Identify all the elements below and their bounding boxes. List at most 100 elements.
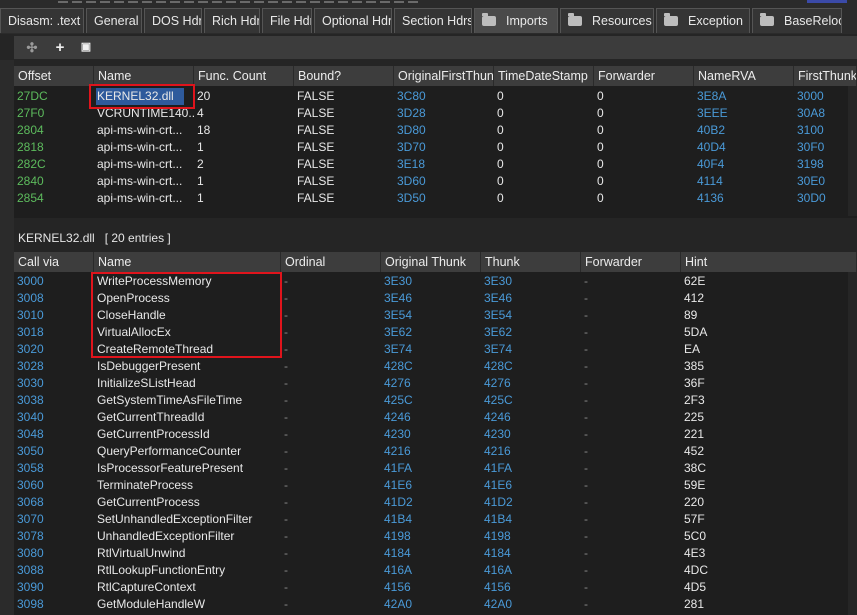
table-row[interactable]: 3018 VirtualAllocEx - 3E62 3E62 - 5DA: [14, 324, 857, 341]
add-file-icon[interactable]: ▣: [76, 38, 96, 57]
tab-rich-hdr[interactable]: Rich Hdr: [204, 8, 260, 33]
tab-exception[interactable]: Exception: [656, 8, 750, 33]
functions-cell-thunk: 428C: [484, 359, 513, 373]
table-row[interactable]: 3078 UnhandledExceptionFilter - 4198 4198 - 5C…: [14, 528, 857, 545]
functions-col-forwarder[interactable]: Forwarder: [581, 252, 681, 272]
imports-col-forwarder[interactable]: Forwarder: [594, 66, 694, 86]
table-row[interactable]: 3040 GetCurrentThreadId - 4246 4246 - 225: [14, 409, 857, 426]
functions-cell-name: VirtualAllocEx: [97, 325, 171, 339]
table-row[interactable]: 282C api-ms-win-crt... 2 FALSE 3E18 0 0 40F4 319…: [14, 156, 857, 173]
functions-cell-name: WriteProcessMemory: [97, 274, 212, 288]
imports-col-namerva[interactable]: NameRVA: [694, 66, 794, 86]
functions-col-call-via[interactable]: Call via: [14, 252, 94, 272]
functions-cell-original-thunk: 425C: [384, 393, 413, 407]
table-row[interactable]: 3030 InitializeSListHead - 4276 4276 - 36F: [14, 375, 857, 392]
functions-cell-call-via: 3018: [17, 325, 44, 339]
imports-cell-originalfirstthun: 3D70: [397, 140, 426, 154]
functions-col-original-thunk[interactable]: Original Thunk: [381, 252, 481, 272]
tab-dos-hdr[interactable]: DOS Hdr: [144, 8, 202, 33]
table-row[interactable]: 2818 api-ms-win-crt... 1 FALSE 3D70 0 0 40D4 30F…: [14, 139, 857, 156]
table-row[interactable]: 3038 GetSystemTimeAsFileTime - 425C 425C - 2F3: [14, 392, 857, 409]
imports-cell-bound: FALSE: [297, 191, 335, 205]
table-row[interactable]: 2804 api-ms-win-crt... 18 FALSE 3D80 0 0 40B2 31…: [14, 122, 857, 139]
functions-cell-name: GetCurrentProcess: [97, 495, 200, 509]
tab-resources[interactable]: Resources: [560, 8, 654, 33]
functions-cell-call-via: 3080: [17, 546, 44, 560]
table-row[interactable]: 2840 api-ms-win-crt... 1 FALSE 3D60 0 0 4114 30E…: [14, 173, 857, 190]
tab-optional-hdr[interactable]: Optional Hdr: [314, 8, 392, 33]
tab-label: BaseReloc.: [784, 14, 842, 28]
table-row[interactable]: 3008 OpenProcess - 3E46 3E46 - 412: [14, 290, 857, 307]
functions-cell-hint: 412: [684, 291, 705, 305]
functions-cell-name: SetUnhandledExceptionFilter: [97, 512, 253, 526]
functions-col-name[interactable]: Name: [94, 252, 281, 272]
functions-col-thunk[interactable]: Thunk: [481, 252, 581, 272]
table-row[interactable]: 3020 CreateRemoteThread - 3E74 3E74 - EA: [14, 341, 857, 358]
table-row[interactable]: 3058 IsProcessorFeaturePresent - 41FA 41FA - 3…: [14, 460, 857, 477]
table-row[interactable]: 3028 IsDebuggerPresent - 428C 428C - 385: [14, 358, 857, 375]
table-row[interactable]: 3070 SetUnhandledExceptionFilter - 41B4 41B4…: [14, 511, 857, 528]
table-row[interactable]: 3000 WriteProcessMemory - 3E30 3E30 - 62E: [14, 273, 857, 290]
imports-cell-originalfirstthun: 3D60: [397, 174, 426, 188]
imports-cell-bound: FALSE: [297, 174, 335, 188]
imports-scrollbar[interactable]: [848, 86, 857, 216]
functions-cell-thunk: 4246: [484, 410, 511, 424]
functions-col-hint[interactable]: Hint: [681, 252, 857, 272]
tab-general[interactable]: General: [86, 8, 142, 33]
imports-cell-namerva: 40D4: [697, 140, 726, 154]
functions-cell-name: GetModuleHandleW: [97, 597, 206, 611]
functions-cell-original-thunk: 3E62: [384, 325, 413, 339]
functions-scrollbar[interactable]: [848, 272, 857, 615]
functions-cell-name: UnhandledExceptionFilter: [97, 529, 235, 543]
tab-label: General: [94, 14, 139, 28]
functions-cell-hint: 62E: [684, 274, 706, 288]
table-row[interactable]: 3098 GetModuleHandleW - 42A0 42A0 - 281: [14, 596, 857, 613]
tab-file-hdr[interactable]: File Hdr: [262, 8, 312, 33]
functions-col-ordinal[interactable]: Ordinal: [281, 252, 381, 272]
table-row[interactable]: 27DC KERNEL32.dll 20 FALSE 3C80 0 0 3E8A 3000: [14, 88, 857, 105]
functions-cell-thunk: 41E6: [484, 478, 513, 492]
tab-disasm-text[interactable]: Disasm: .text: [0, 8, 84, 33]
tab-imports[interactable]: Imports: [474, 8, 558, 33]
functions-cell-hint: EA: [684, 342, 701, 356]
imports-col-offset[interactable]: Offset: [14, 66, 94, 86]
table-row[interactable]: 3068 GetCurrentProcess - 41D2 41D2 - 220: [14, 494, 857, 511]
functions-cell-call-via: 3078: [17, 529, 44, 543]
imports-cell-timedatestamp: 0: [497, 174, 504, 188]
functions-cell-forwarder: -: [584, 376, 588, 390]
tab-label: Disasm: .text: [8, 14, 81, 28]
imports-cell-name: api-ms-win-crt...: [97, 174, 183, 188]
functions-cell-hint: 5C0: [684, 529, 707, 543]
imports-cell-name: api-ms-win-crt...: [97, 123, 183, 137]
table-row[interactable]: 3050 QueryPerformanceCounter - 4216 4216 - 452: [14, 443, 857, 460]
functions-cell-thunk: 4230: [484, 427, 511, 441]
functions-cell-thunk: 3E46: [484, 291, 513, 305]
functions-cell-thunk: 41B4: [484, 512, 513, 526]
functions-cell-forwarder: -: [584, 512, 588, 526]
table-row[interactable]: 3010 CloseHandle - 3E54 3E54 - 89: [14, 307, 857, 324]
functions-cell-call-via: 3050: [17, 444, 44, 458]
functions-cell-ordinal: -: [284, 359, 288, 373]
table-row[interactable]: 3060 TerminateProcess - 41E6 41E6 - 59E: [14, 477, 857, 494]
imports-col-name[interactable]: Name: [94, 66, 194, 86]
tab-basereloc[interactable]: BaseReloc.: [752, 8, 842, 33]
functions-cell-ordinal: -: [284, 444, 288, 458]
imports-col-originalfirstthun[interactable]: OriginalFirstThun: [394, 66, 494, 86]
imports-col-func-count[interactable]: Func. Count: [194, 66, 294, 86]
imports-col-timedatestamp[interactable]: TimeDateStamp: [494, 66, 594, 86]
functions-cell-thunk: 42A0: [484, 597, 513, 611]
move-icon[interactable]: ✣: [22, 38, 42, 57]
add-icon[interactable]: +: [50, 38, 70, 57]
table-row[interactable]: 3088 RtlLookupFunctionEntry - 416A 416A - 4DC: [14, 562, 857, 579]
imports-col-firstthunk[interactable]: FirstThunk: [794, 66, 857, 86]
imports-cell-namerva: 40F4: [697, 157, 725, 171]
table-row[interactable]: 3048 GetCurrentProcessId - 4230 4230 - 221: [14, 426, 857, 443]
functions-cell-ordinal: -: [284, 461, 288, 475]
table-row[interactable]: 2854 api-ms-win-crt... 1 FALSE 3D50 0 0 4136 30D…: [14, 190, 857, 207]
table-row[interactable]: 27F0 VCRUNTIME140... 4 FALSE 3D28 0 0 3EEE 30A8: [14, 105, 857, 122]
table-row[interactable]: 3080 RtlVirtualUnwind - 4184 4184 - 4E3: [14, 545, 857, 562]
table-row[interactable]: 3090 RtlCaptureContext - 4156 4156 - 4D5: [14, 579, 857, 596]
functions-cell-ordinal: -: [284, 427, 288, 441]
imports-col-bound[interactable]: Bound?: [294, 66, 394, 86]
tab-section-hdrs[interactable]: Section Hdrs: [394, 8, 472, 33]
